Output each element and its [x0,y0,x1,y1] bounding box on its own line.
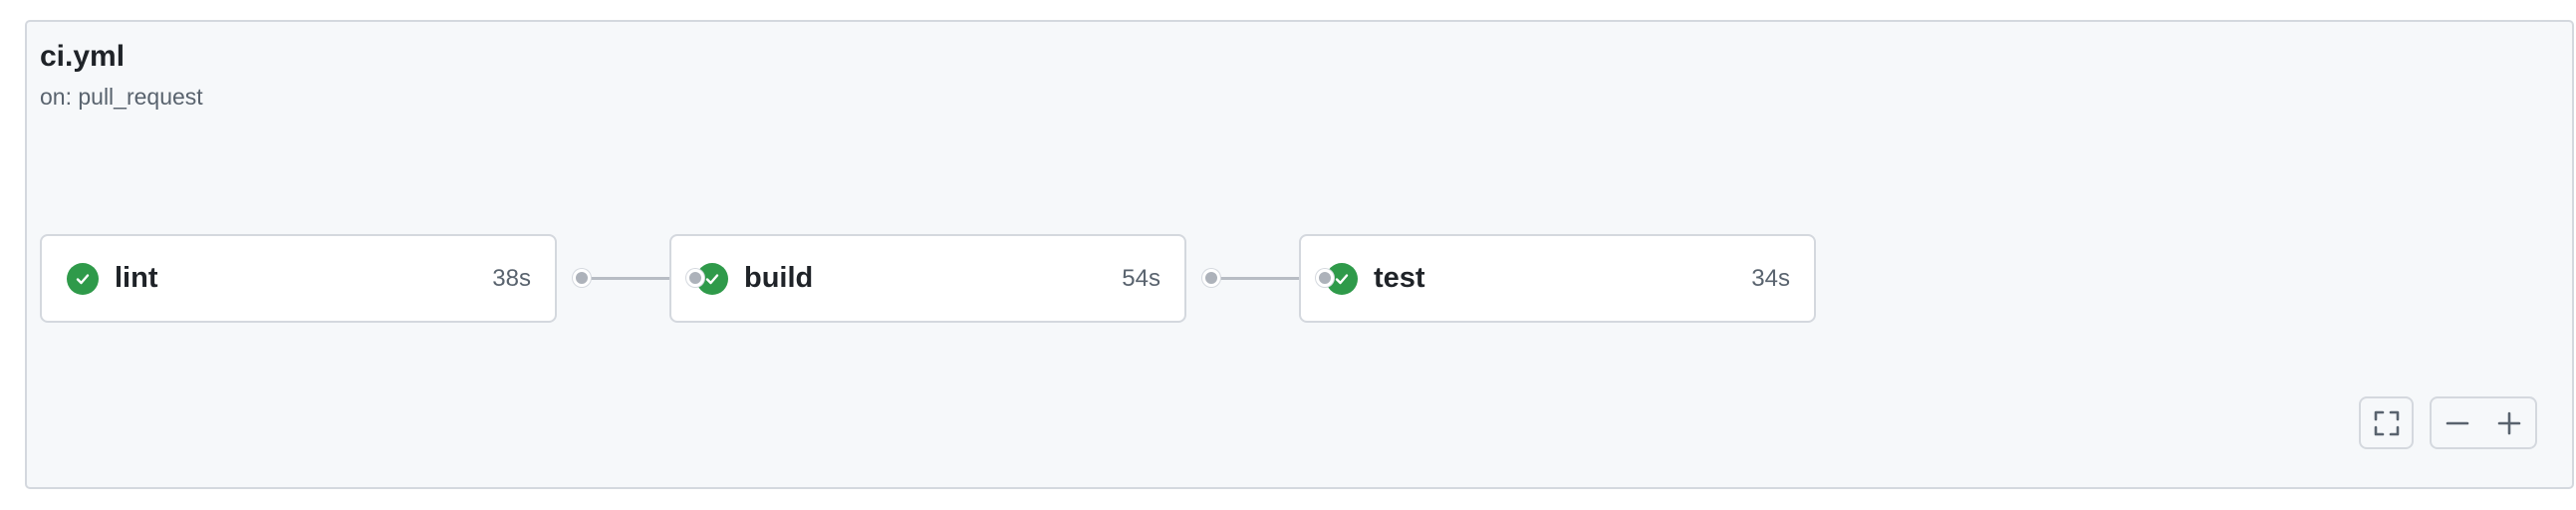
job-name: lint [115,262,158,294]
plus-icon [2496,410,2522,436]
connector-output-dot [573,269,591,287]
fullscreen-icon [2372,408,2402,438]
workflow-graph-view: ci.yml on: pull_request lint 38s build 5… [0,0,2576,510]
job-name: build [744,262,814,294]
job-name: test [1374,262,1425,294]
check-circle-icon [67,262,99,295]
job-card-test[interactable]: test 34s [1299,234,1816,323]
fullscreen-button[interactable] [2359,396,2414,449]
job-duration: 34s [1751,264,1790,292]
job-duration: 38s [492,264,531,292]
job-duration: 54s [1122,264,1160,292]
job-card-build[interactable]: build 54s [669,234,1186,323]
connector-output-dot [1202,269,1220,287]
connector-input-dot [1316,269,1334,287]
job-card-lint[interactable]: lint 38s [40,234,557,323]
connector-input-dot [686,269,704,287]
minus-icon [2445,410,2470,436]
zoom-in-button[interactable] [2482,396,2537,449]
jobs-graph: lint 38s build 54s test 34s [0,0,2576,510]
zoom-out-button[interactable] [2430,396,2484,449]
